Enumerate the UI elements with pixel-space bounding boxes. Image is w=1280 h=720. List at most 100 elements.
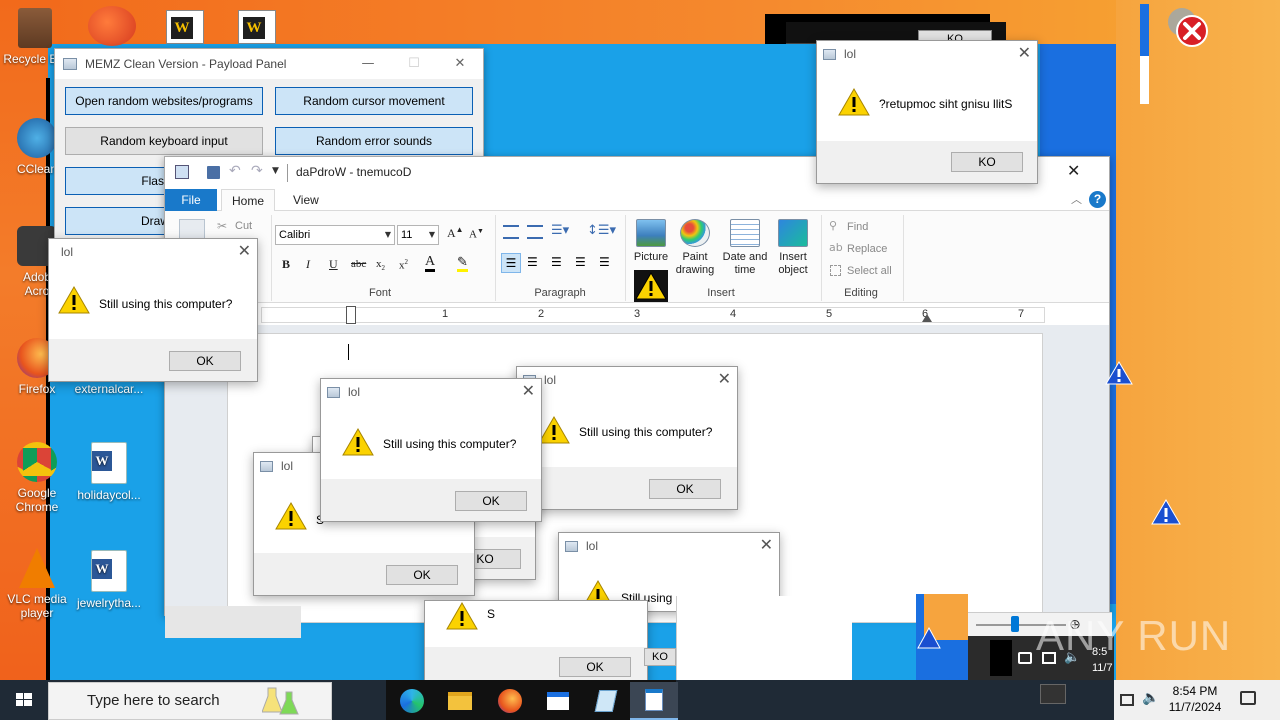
dialog-titlebar: lol	[817, 41, 1037, 67]
replace-button[interactable]: Replace	[847, 243, 887, 255]
text-caret	[348, 344, 349, 360]
ok-button[interactable]: OK	[559, 657, 631, 677]
zoom-slider[interactable]	[1011, 616, 1019, 632]
ruler-right-marker[interactable]	[922, 314, 932, 322]
minimize-icon[interactable]: —	[351, 49, 385, 79]
find-button[interactable]: Find	[847, 221, 868, 233]
payload-open-websites-button[interactable]: Open random websites/programs	[65, 87, 263, 115]
close-icon[interactable]: ✕	[1018, 43, 1031, 62]
insert-paint-drawing-button[interactable]: Paint drawing	[669, 219, 721, 277]
tray-network-icon[interactable]	[1120, 694, 1134, 706]
desktop-icon-jewelrytha[interactable]: W jewelrytha...	[74, 550, 144, 610]
tray-volume-icon[interactable]: 🔈	[1142, 690, 1159, 706]
start-button[interactable]	[0, 680, 48, 720]
word-document-icon[interactable]: W	[166, 10, 204, 44]
taskbar-wordpad-app[interactable]	[630, 682, 678, 720]
close-icon[interactable]: ✕	[718, 369, 731, 388]
collapse-ribbon-icon[interactable]: ︿	[1071, 191, 1082, 207]
warning-icon	[1150, 498, 1182, 529]
replace-icon[interactable]: ab	[829, 241, 843, 254]
select-all-icon[interactable]	[830, 265, 841, 276]
help-icon[interactable]: ?	[1089, 191, 1106, 208]
decrease-indent-icon[interactable]	[503, 225, 519, 239]
warning-icon	[634, 270, 668, 302]
payload-keyboard-input-button[interactable]: Random keyboard input	[65, 127, 263, 155]
payload-error-sounds-button[interactable]: Random error sounds	[275, 127, 473, 155]
bold-icon[interactable]: B	[282, 257, 290, 272]
ko-button[interactable]: KO	[951, 152, 1023, 172]
quick-access-dropdown-icon[interactable]: ▼	[272, 166, 279, 176]
editing-group-label: Editing	[844, 287, 878, 299]
tray-time: 8:54 PM	[1172, 684, 1218, 698]
maximize-icon[interactable]: ☐	[397, 49, 431, 79]
highlight-icon[interactable]: ✎	[457, 255, 468, 272]
taskbar-edge-app[interactable]	[388, 682, 436, 720]
select-all-button[interactable]: Select all	[847, 265, 892, 277]
payload-cursor-movement-button[interactable]: Random cursor movement	[275, 87, 473, 115]
grow-font-icon[interactable]: A▲	[447, 225, 464, 241]
align-left-icon[interactable]: ☰	[501, 253, 521, 273]
undo-icon[interactable]: ↶	[229, 163, 241, 179]
font-size-value: 11	[401, 229, 413, 241]
taskbar-thumbnail	[1040, 684, 1066, 704]
notification-icon[interactable]	[1240, 691, 1256, 705]
desktop-icon-chrome[interactable]: Google Chrome	[2, 442, 72, 514]
ccleaner-icon	[17, 118, 57, 158]
dialog-title: lol	[544, 373, 557, 387]
tray-camera-icon[interactable]	[1018, 652, 1032, 664]
taskbar-firefox-app[interactable]	[486, 682, 534, 720]
close-icon[interactable]: ✕	[522, 381, 535, 400]
lol-dialog-reversed: lol ✕ ?retupmoc siht gnisu llitS KO	[816, 40, 1038, 184]
ok-button[interactable]: OK	[169, 351, 241, 371]
cut-icon[interactable]: ✂	[217, 219, 227, 233]
taskbar-memz-app[interactable]	[534, 682, 582, 720]
insert-object-button[interactable]: Insert object	[767, 219, 819, 277]
taskbar-file-explorer-app[interactable]	[436, 682, 484, 720]
align-right-icon[interactable]: ☰	[551, 255, 562, 269]
ruler-number: 3	[634, 308, 641, 320]
ok-button[interactable]: OK	[649, 479, 721, 499]
dialog-title: lol	[348, 385, 361, 399]
font-size-select[interactable]: 11 ▼	[397, 225, 439, 245]
superscript-icon[interactable]: x2	[399, 258, 408, 272]
bullets-icon[interactable]: ☰▾	[551, 223, 569, 238]
insert-datetime-button[interactable]: Date and time	[719, 219, 771, 277]
find-icon[interactable]: ⚲	[829, 219, 837, 232]
folder-icon	[448, 692, 472, 710]
tab-view[interactable]: View	[283, 189, 329, 211]
align-center-icon[interactable]: ☰	[527, 255, 538, 269]
font-color-icon[interactable]: A	[425, 255, 436, 272]
close-icon[interactable]: ✕	[443, 49, 477, 79]
close-icon[interactable]: ✕	[760, 535, 773, 554]
desktop-icon-holidaycol[interactable]: W holidaycol...	[74, 442, 144, 502]
ok-button[interactable]: OK	[386, 565, 458, 585]
word-document-icon[interactable]: W	[238, 10, 276, 44]
justify-icon[interactable]: ☰	[575, 255, 586, 269]
redo-icon[interactable]: ↷	[251, 163, 263, 179]
save-icon[interactable]	[207, 166, 220, 179]
desktop-icon-label: jewelrytha...	[76, 596, 142, 610]
ko-button-partial[interactable]: KO	[644, 648, 676, 666]
desktop-icon-externalcar[interactable]: externalcar...	[74, 382, 144, 396]
ok-button[interactable]: OK	[455, 491, 527, 511]
underline-icon[interactable]: U	[329, 257, 338, 272]
ruler-indent-marker[interactable]	[346, 306, 356, 324]
line-spacing-icon[interactable]: ↕☰▾	[587, 223, 616, 238]
shrink-font-icon[interactable]: A▼	[469, 227, 484, 241]
edge-icon[interactable]	[88, 6, 136, 46]
tray-clock[interactable]: 8:54 PM 11/7/2024	[1166, 683, 1224, 715]
tab-home[interactable]: Home	[221, 189, 276, 211]
dialog-body: Still using this computer?	[49, 265, 257, 329]
tab-file[interactable]: File	[165, 189, 217, 211]
subscript-icon[interactable]: x2	[376, 258, 385, 272]
italic-icon[interactable]: I	[306, 257, 310, 272]
strikethrough-icon[interactable]: abc	[351, 258, 366, 270]
taskbar-notepad-app[interactable]	[582, 682, 630, 720]
increase-indent-icon[interactable]	[527, 225, 543, 239]
paragraph-icon[interactable]: ☰	[599, 255, 610, 269]
cut-button[interactable]: Cut	[235, 220, 252, 232]
font-family-select[interactable]: Calibri ▼	[275, 225, 395, 245]
desktop-icon-vlc[interactable]: VLC media player	[2, 548, 72, 620]
close-icon[interactable]: ✕	[1067, 161, 1080, 180]
close-icon[interactable]: ✕	[238, 241, 251, 260]
